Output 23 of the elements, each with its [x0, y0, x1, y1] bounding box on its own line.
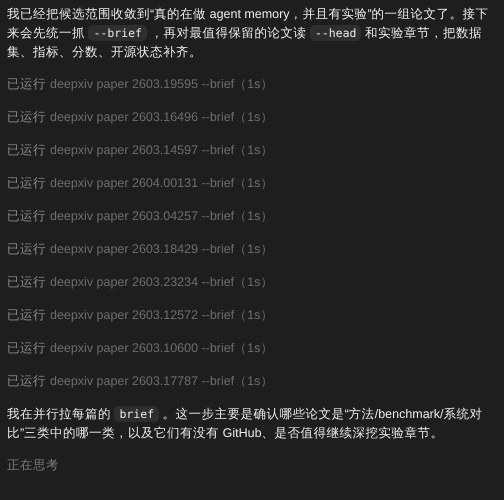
run-status-label: 已运行 [7, 373, 46, 390]
run-command: deepxiv paper 2603.18429 --brief（1s） [50, 241, 274, 258]
run-command: deepxiv paper 2603.17787 --brief（1s） [50, 373, 274, 390]
run-status-label: 已运行 [7, 340, 46, 357]
run-status-label: 已运行 [7, 274, 46, 291]
run-command: deepxiv paper 2603.14597 --brief（1s） [50, 142, 274, 159]
run-status-label: 已运行 [7, 208, 46, 225]
run-command: deepxiv paper 2603.16496 --brief（1s） [50, 109, 274, 126]
message-paragraph: 我已经把候选范围收敛到“真的在做 agent memory，并且有实验”的一组论文了。接下来会先统一抓 --brief ，再对最值得保留的论文读 --head 和实验章节，把数据集、指标、分数、开源状态补齐。 [7, 6, 490, 61]
run-command: deepxiv paper 2603.12572 --brief（1s） [50, 307, 274, 324]
run-status-label: 已运行 [7, 76, 46, 93]
run-command: deepxiv paper 2603.10600 --brief（1s） [50, 340, 274, 357]
run-status-label: 已运行 [7, 142, 46, 159]
thinking-status: 正在思考 [7, 457, 60, 474]
run-command: deepxiv paper 2604.00131 --brief（1s） [50, 175, 274, 192]
run-status-label: 已运行 [7, 175, 46, 192]
run-status-label: 已运行 [7, 109, 46, 126]
run-command: deepxiv paper 2603.04257 --brief（1s） [50, 208, 274, 225]
run-status-label: 已运行 [7, 307, 46, 324]
message-paragraph: 我在并行拉每篇的 brief 。这一步主要是确认哪些论文是“方法/benchmark/系统对比”三类中的哪一类，以及它们有没有 GitHub、是否值得继续深挖实验章节。 [7, 405, 484, 442]
run-command: deepxiv paper 2603.23234 --brief（1s） [50, 274, 274, 291]
run-status-label: 已运行 [7, 241, 46, 258]
run-command: deepxiv paper 2603.19595 --brief（1s） [50, 76, 274, 93]
